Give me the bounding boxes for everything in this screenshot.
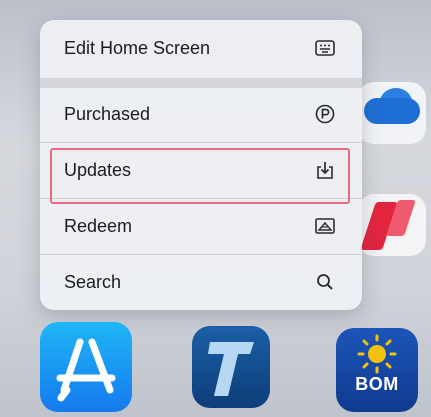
onedrive-app-icon[interactable]	[358, 82, 426, 144]
cloud-icon	[364, 98, 420, 124]
menu-item-label: Purchased	[64, 103, 151, 124]
app-store-logo-icon	[56, 338, 116, 402]
search-icon	[314, 271, 336, 293]
purchased-p-icon	[314, 103, 336, 125]
telstra-logo-icon	[208, 342, 254, 396]
redeem-card-icon	[314, 215, 336, 237]
app-store-icon[interactable]	[40, 322, 132, 412]
telstra-icon[interactable]	[192, 326, 270, 408]
menu-item-edit-home-screen[interactable]: Edit Home Screen	[40, 20, 362, 76]
menu-item-redeem[interactable]: Redeem	[40, 198, 362, 254]
menu-item-label: Search	[64, 271, 122, 292]
news-app-icon[interactable]	[358, 194, 426, 256]
menu-item-search[interactable]: Search	[40, 254, 362, 310]
menu-item-label: Redeem	[64, 215, 133, 236]
updates-highlight-box	[50, 148, 350, 204]
app-context-menu: Edit Home Screen Purchased Updates Redee…	[40, 20, 362, 310]
bom-icon[interactable]: BOM	[336, 328, 418, 412]
home-screen-edit-icon	[314, 37, 336, 59]
menu-item-purchased[interactable]: Purchased	[40, 86, 362, 142]
menu-item-label: Edit Home Screen	[64, 37, 211, 58]
bom-label: BOM	[355, 374, 399, 394]
sun-icon	[357, 334, 397, 374]
